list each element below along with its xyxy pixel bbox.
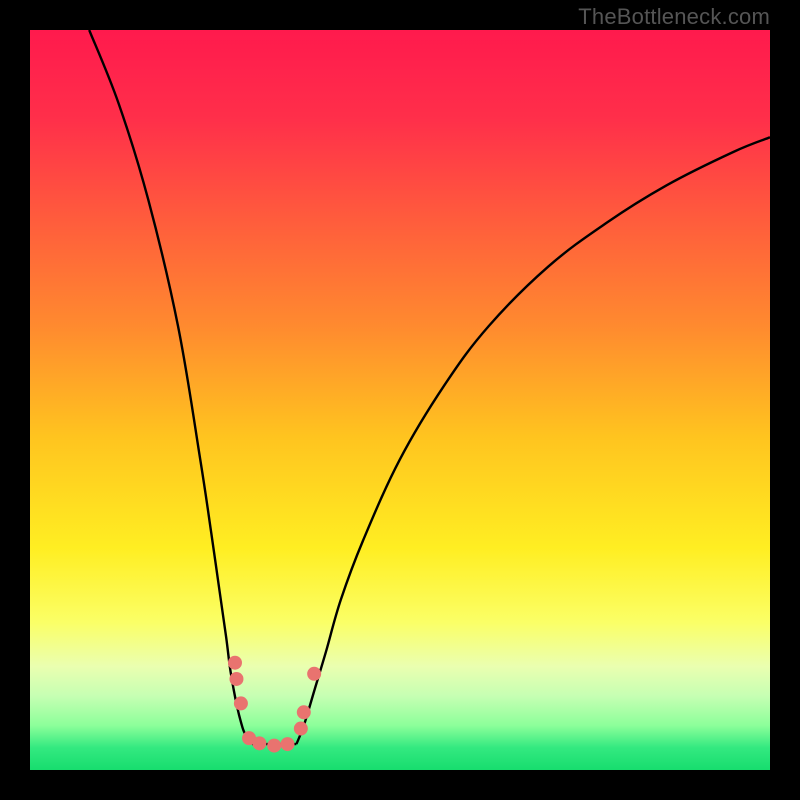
chart-svg: [30, 30, 770, 770]
data-marker: [252, 736, 266, 750]
data-marker: [281, 737, 295, 751]
data-marker: [307, 667, 321, 681]
data-marker: [229, 672, 243, 686]
data-marker: [234, 696, 248, 710]
data-marker: [294, 722, 308, 736]
chart-frame: TheBottleneck.com: [0, 0, 800, 800]
data-marker: [228, 656, 242, 670]
plot-area: [30, 30, 770, 770]
watermark-text: TheBottleneck.com: [578, 4, 770, 30]
data-marker: [297, 705, 311, 719]
gradient-background: [30, 30, 770, 770]
data-marker: [267, 739, 281, 753]
